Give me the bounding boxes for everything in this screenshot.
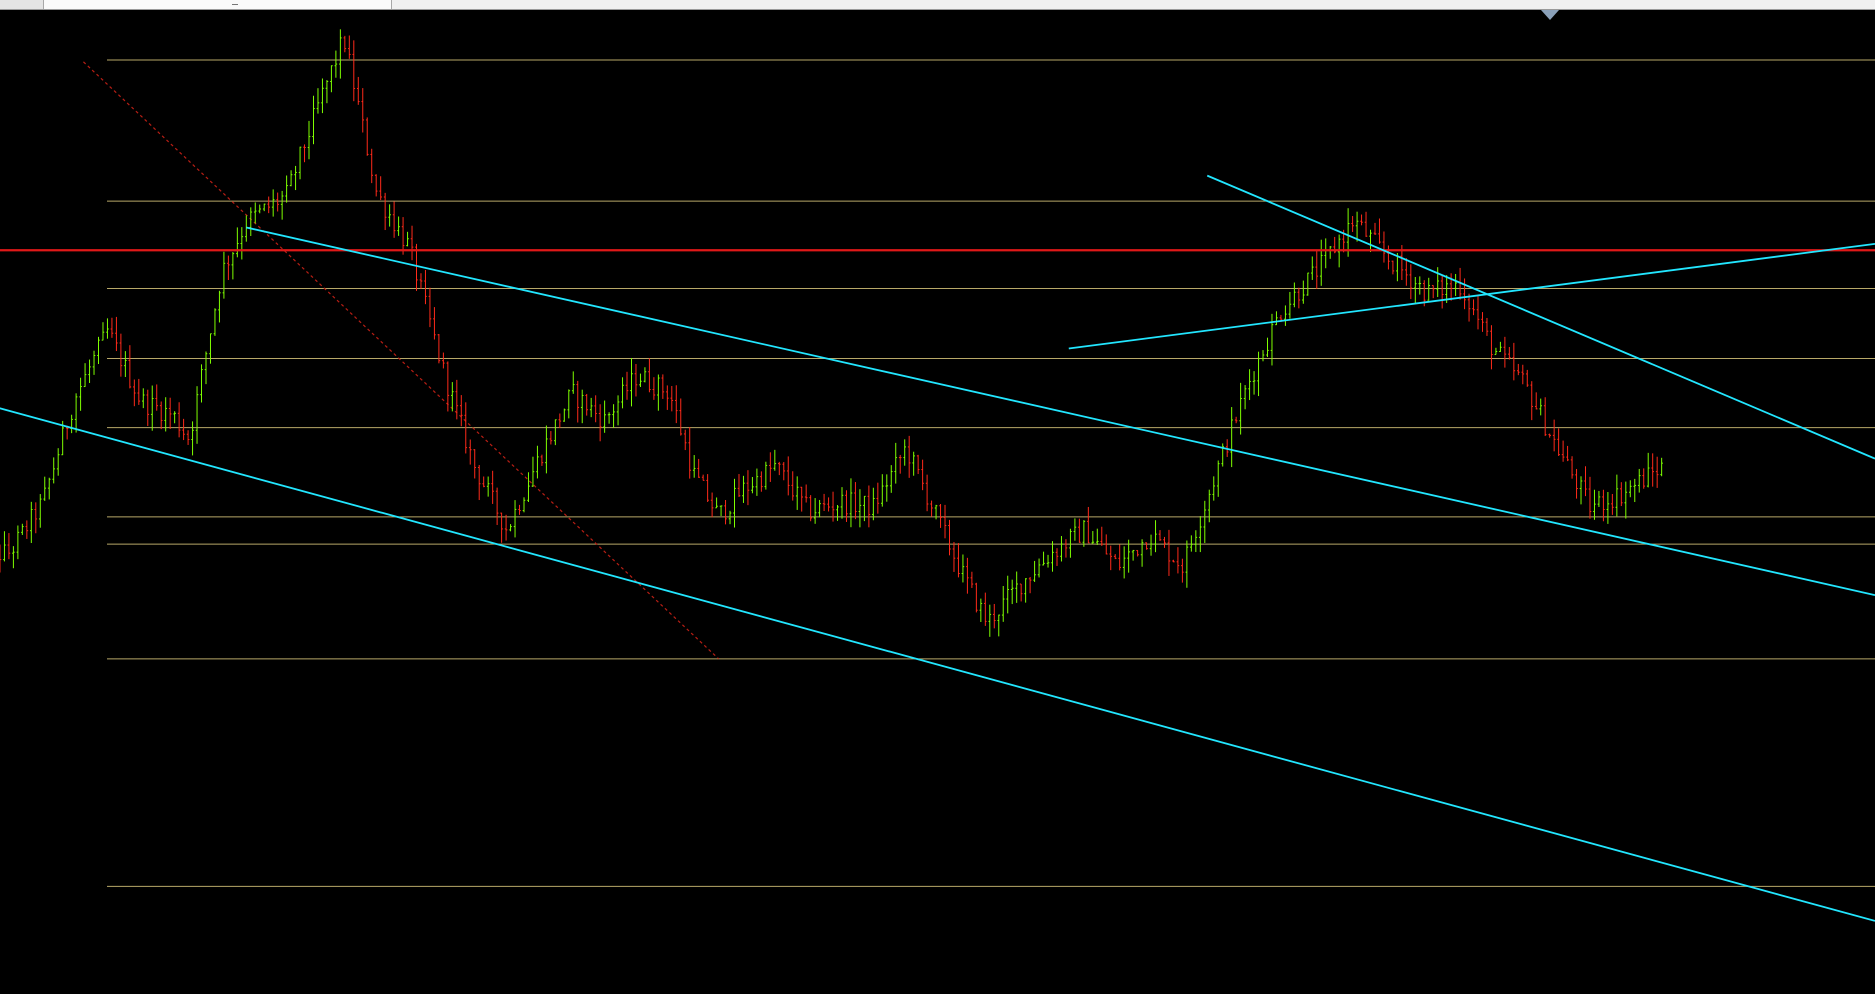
candles xyxy=(0,29,1663,637)
chart-canvas[interactable] xyxy=(0,10,1875,994)
trendline xyxy=(0,407,1875,922)
dashed-lines xyxy=(83,61,720,660)
price-chart[interactable] xyxy=(0,10,1875,994)
chart-tab[interactable] xyxy=(0,0,44,9)
down-triangle-icon[interactable] xyxy=(1541,10,1559,20)
dashed-diagonal-line xyxy=(83,61,720,660)
trendlines xyxy=(0,174,1875,922)
trendline xyxy=(1068,242,1875,350)
chart-tab-active[interactable] xyxy=(44,0,392,9)
horizontal-levels xyxy=(107,59,1875,887)
trendline xyxy=(246,226,1875,596)
window-tab-strip xyxy=(0,0,1875,10)
